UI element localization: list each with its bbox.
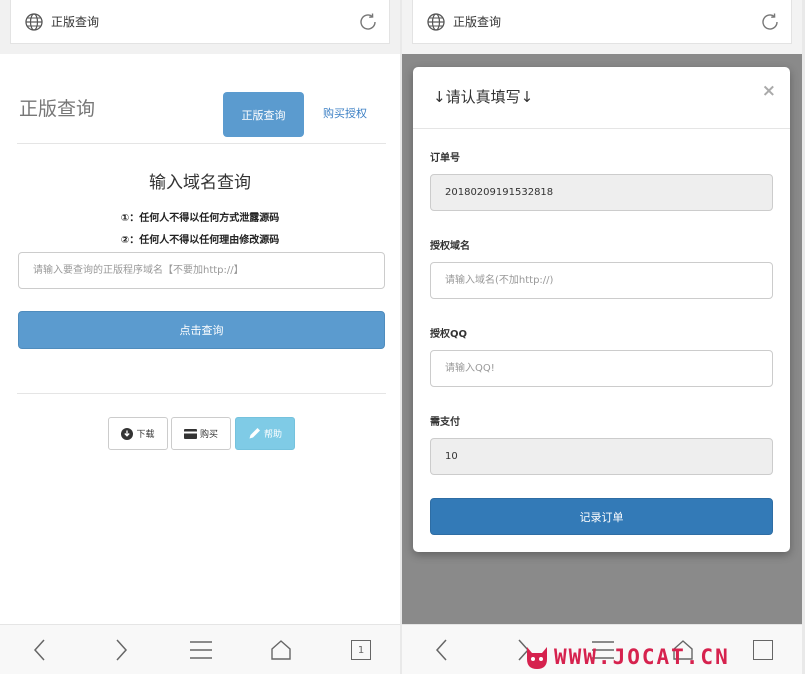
watermark: WWW.JOCAT.CN [524,640,805,674]
address-bar[interactable]: 正版查询 [10,0,390,44]
globe-icon [25,13,43,31]
credit-card-icon [183,428,197,439]
domain-search-input[interactable] [18,252,385,289]
divider [17,143,386,144]
refresh-icon[interactable] [759,11,781,33]
query-button[interactable]: 点击查询 [18,311,385,349]
order-number-label: 订单号 [430,153,460,164]
address-title: 正版查询 [453,15,502,29]
refresh-icon[interactable] [357,11,379,33]
tabs-button[interactable]: 1 [341,633,381,667]
license-domain-label: 授权域名 [430,241,470,252]
download-button[interactable]: 下载 [108,417,168,450]
modal-title: ↓请认真填写↓ [433,88,534,106]
globe-icon [427,13,445,31]
forward-button[interactable] [101,633,141,667]
download-icon [121,427,134,440]
download-label: 下载 [136,430,155,440]
browser-top-bar: 正版查询 [402,0,802,54]
record-order-button[interactable]: 记录订单 [430,498,773,535]
divider [17,393,386,394]
payment-amount-field[interactable] [430,438,773,475]
modal-divider [413,128,790,129]
help-label: 帮助 [263,430,282,440]
watermark-text: WWW.JOCAT.CN [554,645,730,669]
payment-label: 需支付 [430,417,460,428]
page-title: 正版查询 [19,98,96,120]
close-icon[interactable]: × [762,81,776,101]
left-screen: 正版查询 正版查询 正版查询 购买授权 输入域名查询 ①：任何人不得以任何方式泄… [0,0,400,674]
browser-bottom-nav: 1 [0,624,400,674]
rule-1: ①：任何人不得以任何方式泄露源码 [120,213,280,224]
home-button[interactable] [261,633,301,667]
help-button[interactable]: 帮助 [235,417,295,450]
cat-logo-icon [527,647,547,669]
back-button[interactable] [20,633,60,667]
buy-label: 购买 [199,430,218,440]
license-qq-input[interactable] [430,350,773,387]
chevron-left-icon [33,639,45,661]
menu-button[interactable] [181,633,221,667]
back-button[interactable] [422,633,462,667]
chevron-left-icon [435,639,447,661]
menu-icon [190,641,212,659]
order-modal: ↓请认真填写↓ × 订单号 授权域名 授权QQ 需支付 记录订单 [413,67,790,552]
right-screen: 正版查询 ↓请认真填写↓ × 订单号 授权域名 授权QQ 需支付 记录订单 [402,0,802,674]
rule-2: ②：任何人不得以任何理由修改源码 [120,235,280,246]
address-title: 正版查询 [51,15,100,29]
browser-top-bar: 正版查询 [0,0,400,54]
tab-buy-license[interactable]: 购买授权 [313,92,377,134]
buy-button[interactable]: 购买 [171,417,231,450]
tab-count: 1 [357,644,365,656]
order-number-field[interactable] [430,174,773,211]
address-bar[interactable]: 正版查询 [412,0,792,44]
chevron-right-icon [116,639,128,661]
query-heading: 输入域名查询 [149,173,251,193]
license-qq-label: 授权QQ [430,329,468,340]
pencil-icon [249,428,260,439]
tabs-icon: 1 [351,640,371,660]
license-domain-input[interactable] [430,262,773,299]
home-icon [271,640,291,660]
tab-genuine-query[interactable]: 正版查询 [223,92,304,137]
